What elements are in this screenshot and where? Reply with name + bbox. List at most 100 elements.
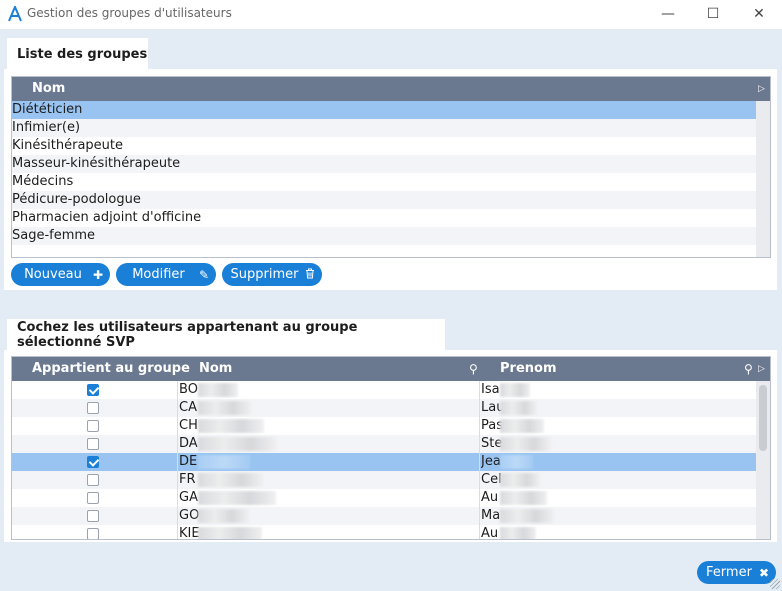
user-prenom: Ma bbox=[481, 508, 501, 523]
redacted-name bbox=[500, 455, 533, 469]
column-menu-icon[interactable]: ▷ bbox=[758, 357, 765, 381]
user-row[interactable]: CH Pas bbox=[12, 417, 756, 435]
maximize-button[interactable]: ☐ bbox=[699, 3, 727, 25]
minimize-button[interactable]: — bbox=[654, 3, 682, 25]
users-scrollbar[interactable] bbox=[756, 381, 770, 539]
plus-icon: ✚ bbox=[92, 267, 104, 282]
delete-group-button[interactable]: Supprimer bbox=[222, 263, 322, 286]
redacted-name bbox=[198, 509, 249, 523]
column-divider bbox=[177, 453, 178, 471]
column-divider bbox=[479, 525, 480, 539]
close-button[interactable]: Fermer ✖ bbox=[697, 561, 776, 584]
column-divider bbox=[479, 507, 480, 525]
column-divider bbox=[177, 507, 178, 525]
column-header-nom[interactable]: Nom bbox=[199, 357, 232, 381]
pencil-icon: ✎ bbox=[198, 267, 210, 282]
new-group-button[interactable]: Nouveau ✚ bbox=[11, 263, 110, 286]
column-divider bbox=[177, 381, 178, 399]
users-scrollbar-thumb[interactable] bbox=[759, 385, 767, 451]
column-divider bbox=[479, 453, 480, 471]
user-nom: DE bbox=[179, 454, 198, 469]
users-grid: Appartient au groupe Nom ⚲ Prenom ⚲ ▷ BO… bbox=[11, 356, 771, 540]
belongs-checkbox[interactable] bbox=[87, 384, 99, 396]
close-window-button[interactable]: ✕ bbox=[745, 3, 773, 25]
group-name: Sage-femme bbox=[12, 228, 96, 243]
redacted-name bbox=[500, 491, 547, 505]
belongs-checkbox[interactable] bbox=[87, 474, 99, 486]
group-name: Infimier(e) bbox=[12, 120, 81, 135]
group-row[interactable]: Médecins bbox=[12, 173, 756, 191]
group-row[interactable]: Diététicien bbox=[12, 101, 756, 119]
users-grid-header: Appartient au groupe Nom ⚲ Prenom ⚲ ▷ bbox=[12, 357, 770, 381]
group-row[interactable]: Kinésithérapeute bbox=[12, 137, 756, 155]
group-row[interactable]: Sage-femme bbox=[12, 227, 756, 245]
column-divider bbox=[479, 399, 480, 417]
redacted-name bbox=[198, 437, 277, 451]
user-prenom: Jea bbox=[481, 454, 501, 469]
belongs-checkbox[interactable] bbox=[87, 420, 99, 432]
user-row[interactable]: KIE Au bbox=[12, 525, 756, 539]
redacted-name bbox=[198, 401, 251, 415]
column-divider bbox=[479, 381, 480, 399]
groups-scrollbar[interactable] bbox=[756, 101, 770, 257]
column-divider bbox=[177, 417, 178, 435]
tab-groups-list: Liste des groupes bbox=[7, 38, 148, 70]
user-row[interactable]: CA Lau bbox=[12, 399, 756, 417]
tab-users: Cochez les utilisateurs appartenant au g… bbox=[7, 319, 445, 351]
belongs-checkbox[interactable] bbox=[87, 402, 99, 414]
user-row[interactable]: DE Jea bbox=[12, 453, 756, 471]
maximize-icon: ☐ bbox=[706, 6, 720, 22]
redacted-name bbox=[500, 527, 536, 539]
column-divider bbox=[177, 399, 178, 417]
column-menu-icon[interactable]: ▷ bbox=[758, 77, 765, 101]
column-header-nom[interactable]: Nom bbox=[32, 77, 65, 101]
user-row[interactable]: GA Au bbox=[12, 489, 756, 507]
minimize-icon: — bbox=[661, 6, 675, 22]
user-prenom: Cel bbox=[481, 472, 502, 487]
redacted-name bbox=[500, 419, 544, 433]
belongs-checkbox[interactable] bbox=[87, 528, 99, 539]
user-row[interactable]: FR Cel bbox=[12, 471, 756, 489]
column-divider bbox=[479, 417, 480, 435]
group-row[interactable]: Pédicure-podologue bbox=[12, 191, 756, 209]
user-nom: FR bbox=[179, 472, 196, 487]
search-prenom-icon[interactable]: ⚲ bbox=[744, 357, 753, 381]
user-row[interactable]: GO Ma bbox=[12, 507, 756, 525]
group-row[interactable]: Pharmacien adjoint d'officine bbox=[12, 209, 756, 227]
trash-icon bbox=[301, 268, 319, 282]
group-row[interactable]: Infimier(e) bbox=[12, 119, 756, 137]
redacted-name bbox=[198, 419, 264, 433]
groups-grid: Nom ▷ Diététicien Infimier(e) Kinésithérap… bbox=[11, 76, 771, 258]
column-header-prenom[interactable]: Prenom bbox=[500, 357, 557, 381]
group-row[interactable]: Masseur-kinésithérapeute bbox=[12, 155, 756, 173]
edit-group-button[interactable]: Modifier ✎ bbox=[116, 263, 216, 286]
redacted-name bbox=[198, 383, 238, 397]
title-bar: Gestion des groupes d'utilisateurs — ☐ ✕ bbox=[0, 0, 782, 29]
groups-grid-header: Nom ▷ bbox=[12, 77, 770, 101]
redacted-name bbox=[500, 383, 530, 397]
user-nom: BO bbox=[179, 382, 198, 397]
redacted-name bbox=[500, 509, 554, 523]
user-nom: GO bbox=[179, 508, 200, 523]
group-name: Pédicure-podologue bbox=[12, 192, 141, 207]
belongs-checkbox[interactable] bbox=[87, 456, 99, 468]
column-divider bbox=[177, 525, 178, 539]
user-nom: GA bbox=[179, 490, 198, 505]
column-divider bbox=[479, 471, 480, 489]
resize-grip[interactable] bbox=[770, 579, 780, 589]
user-row[interactable]: BO Isa bbox=[12, 381, 756, 399]
belongs-checkbox[interactable] bbox=[87, 438, 99, 450]
close-x-icon: ✖ bbox=[758, 565, 770, 580]
close-icon: ✕ bbox=[753, 6, 765, 22]
search-nom-icon[interactable]: ⚲ bbox=[469, 357, 478, 381]
column-header-belongs[interactable]: Appartient au groupe bbox=[32, 357, 190, 381]
user-prenom: Au bbox=[481, 490, 499, 505]
redacted-name bbox=[198, 473, 263, 487]
user-row[interactable]: DA Ste bbox=[12, 435, 756, 453]
group-name: Diététicien bbox=[12, 102, 83, 117]
user-nom: CA bbox=[179, 400, 197, 415]
column-divider bbox=[177, 435, 178, 453]
belongs-checkbox[interactable] bbox=[87, 510, 99, 522]
belongs-checkbox[interactable] bbox=[87, 492, 99, 504]
column-divider bbox=[479, 435, 480, 453]
